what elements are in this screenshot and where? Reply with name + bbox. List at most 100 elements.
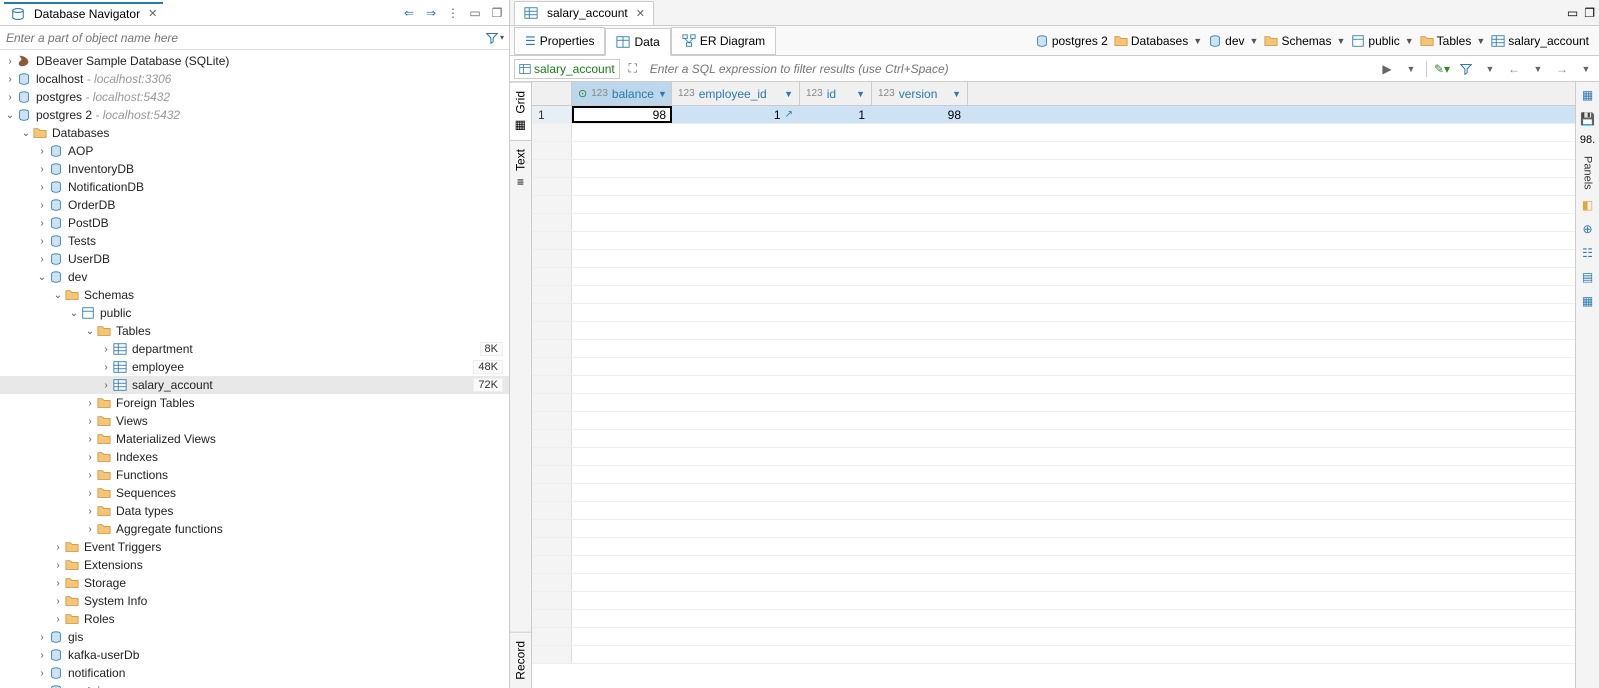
tree-item-localhost[interactable]: localhost - localhost:3306 xyxy=(0,70,509,88)
minimize-icon[interactable]: ▭ xyxy=(467,5,483,21)
tree-arrow-icon[interactable] xyxy=(84,434,96,445)
editor-tab[interactable]: salary_account ✕ xyxy=(514,1,654,25)
tree-arrow-icon[interactable] xyxy=(36,146,48,157)
tree-arrow-icon[interactable] xyxy=(100,380,112,391)
sql-filter-input[interactable] xyxy=(646,62,1374,76)
tree-arrow-icon[interactable] xyxy=(52,560,64,571)
vtab-text[interactable]: ≡ Text xyxy=(510,140,531,197)
rownum-header[interactable] xyxy=(532,82,572,105)
tree-arrow-icon[interactable] xyxy=(84,326,96,337)
cell-id[interactable]: 1 xyxy=(800,106,872,123)
tree-arrow-icon[interactable] xyxy=(84,416,96,427)
arrow-left-icon[interactable]: ⇐ xyxy=(401,5,417,21)
tab-data[interactable]: Data xyxy=(605,28,670,56)
panel-btn-5[interactable]: ▦ xyxy=(1579,292,1597,310)
next-dd-icon[interactable]: ▼ xyxy=(1577,60,1595,78)
tree-arrow-icon[interactable] xyxy=(52,596,64,607)
tree-arrow-icon[interactable] xyxy=(52,614,64,625)
tree-arrow-icon[interactable] xyxy=(68,308,80,319)
tree-arrow-icon[interactable] xyxy=(52,542,64,553)
tree-arrow-icon[interactable] xyxy=(52,290,64,301)
filter-funnel-dd-icon[interactable]: ▼ xyxy=(1481,60,1499,78)
tree-item-tables[interactable]: Tables xyxy=(0,322,509,340)
tree-arrow-icon[interactable] xyxy=(4,110,16,121)
minimize-icon[interactable]: ▭ xyxy=(1567,6,1578,20)
save-icon[interactable]: 💾 xyxy=(1579,110,1597,128)
cell-balance[interactable]: 98 xyxy=(572,106,672,123)
tree-item-gis[interactable]: gis xyxy=(0,628,509,646)
tree-item-postdb[interactable]: PostDB xyxy=(0,214,509,232)
tree-item-event-triggers[interactable]: Event Triggers xyxy=(0,538,509,556)
tree-arrow-icon[interactable] xyxy=(84,506,96,517)
tree-arrow-icon[interactable] xyxy=(36,182,48,193)
tree-item-postgres-2[interactable]: postgres 2 - localhost:5432 xyxy=(0,106,509,124)
tree-item-userdb[interactable]: UserDB xyxy=(0,250,509,268)
panel-btn-2[interactable]: ⊕ xyxy=(1579,220,1597,238)
tree-arrow-icon[interactable] xyxy=(4,92,16,103)
prev-dd-icon[interactable]: ▼ xyxy=(1529,60,1547,78)
navigator-tab[interactable]: Database Navigator ✕ xyxy=(4,2,163,24)
column-header-employee_id[interactable]: 123 employee_id▼ xyxy=(672,82,800,105)
tree-item-department[interactable]: department8K xyxy=(0,340,509,358)
tree-item-data-types[interactable]: Data types xyxy=(0,502,509,520)
close-icon[interactable]: ✕ xyxy=(636,7,645,20)
chevron-down-icon[interactable]: ▼ xyxy=(1250,36,1259,46)
tree-arrow-icon[interactable] xyxy=(36,632,48,643)
tree-item-employee[interactable]: employee48K xyxy=(0,358,509,376)
navigator-tree[interactable]: DBeaver Sample Database (SQLite)localhos… xyxy=(0,50,509,688)
filter-table-label[interactable]: salary_account xyxy=(514,59,620,79)
tree-item-notificationdb[interactable]: NotificationDB xyxy=(0,178,509,196)
apply-filter-icon[interactable]: ▶ xyxy=(1378,60,1396,78)
tree-arrow-icon[interactable] xyxy=(36,668,48,679)
tree-item-salary-account[interactable]: salary_account72K xyxy=(0,376,509,394)
breadcrumb-postgres-2[interactable]: postgres 2 xyxy=(1035,34,1108,48)
chevron-down-icon[interactable]: ▼ xyxy=(1336,36,1345,46)
panels-toggle-icon[interactable]: ▦ xyxy=(1579,86,1597,104)
tree-item-storage[interactable]: Storage xyxy=(0,574,509,592)
tree-arrow-icon[interactable] xyxy=(4,74,16,85)
panels-label[interactable]: Panels xyxy=(1582,156,1594,190)
tree-item-tests[interactable]: Tests xyxy=(0,232,509,250)
tree-item-postgres[interactable]: postgres - localhost:5432 xyxy=(0,88,509,106)
navigator-filter-input[interactable] xyxy=(0,27,481,49)
maximize-icon[interactable]: ❐ xyxy=(489,5,505,21)
breadcrumb-public[interactable]: public▼ xyxy=(1351,34,1413,48)
panel-btn-4[interactable]: ▤ xyxy=(1579,268,1597,286)
tree-arrow-icon[interactable] xyxy=(84,524,96,535)
tree-arrow-icon[interactable] xyxy=(36,272,48,283)
chevron-down-icon[interactable]: ▼ xyxy=(952,89,961,99)
tree-item-indexes[interactable]: Indexes xyxy=(0,448,509,466)
filter-dropdown-icon[interactable]: ▼ xyxy=(1402,60,1420,78)
tree-arrow-icon[interactable] xyxy=(36,200,48,211)
tree-arrow-icon[interactable] xyxy=(84,398,96,409)
table-row[interactable]: 1981↗198 xyxy=(532,106,1575,124)
tree-item-databases[interactable]: Databases xyxy=(0,124,509,142)
tree-arrow-icon[interactable] xyxy=(36,218,48,229)
tree-arrow-icon[interactable] xyxy=(84,470,96,481)
column-header-version[interactable]: 123 version▼ xyxy=(872,82,968,105)
tree-item-sequences[interactable]: Sequences xyxy=(0,484,509,502)
tab-er-diagram[interactable]: ER Diagram xyxy=(671,27,776,55)
chevron-down-icon[interactable]: ▼ xyxy=(658,89,667,99)
tree-item-aop[interactable]: AOP xyxy=(0,142,509,160)
tree-item-dev[interactable]: dev xyxy=(0,268,509,286)
cell-version[interactable]: 98 xyxy=(872,106,968,123)
tree-item-schemas[interactable]: Schemas xyxy=(0,286,509,304)
tab-properties[interactable]: ☰ Properties xyxy=(514,27,605,55)
tree-item-extensions[interactable]: Extensions xyxy=(0,556,509,574)
tree-arrow-icon[interactable] xyxy=(36,236,48,247)
tree-arrow-icon[interactable] xyxy=(52,578,64,589)
tree-arrow-icon[interactable] xyxy=(100,362,112,373)
chevron-down-icon[interactable]: ▼ xyxy=(1476,36,1485,46)
expand-icon[interactable]: ⛶ xyxy=(624,60,642,78)
chevron-down-icon[interactable]: ▼ xyxy=(1405,36,1414,46)
tree-item-views[interactable]: Views xyxy=(0,412,509,430)
grid-rows[interactable]: 1981↗198 xyxy=(532,106,1575,688)
row-number[interactable]: 1 xyxy=(532,106,572,123)
tree-arrow-icon[interactable] xyxy=(36,164,48,175)
maximize-icon[interactable]: ❐ xyxy=(1584,6,1595,20)
tree-item-kafka-userdb[interactable]: kafka-userDb xyxy=(0,646,509,664)
tree-item-orderdb[interactable]: OrderDB xyxy=(0,196,509,214)
vtab-record[interactable]: Record xyxy=(510,632,531,688)
tree-item-materialized-views[interactable]: Materialized Views xyxy=(0,430,509,448)
